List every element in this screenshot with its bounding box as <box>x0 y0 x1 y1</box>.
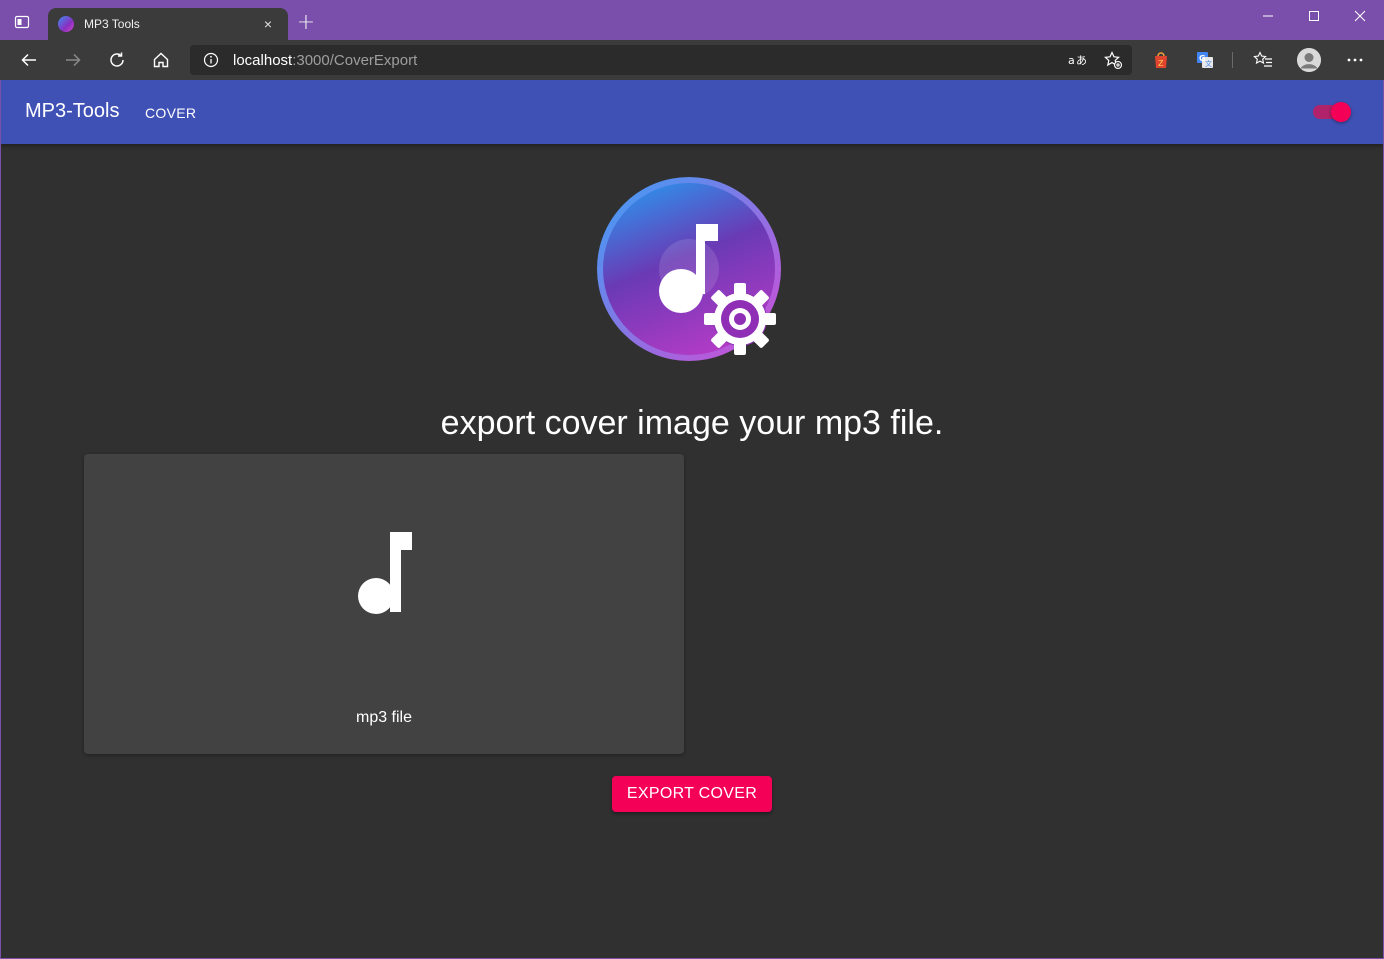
more-icon[interactable] <box>1343 48 1367 72</box>
info-icon[interactable] <box>199 48 223 72</box>
theme-toggle-switch[interactable] <box>1313 102 1351 122</box>
browser-title-bar: MP3 Tools × + <box>0 0 1384 40</box>
nav-link-cover[interactable]: COVER <box>145 105 196 121</box>
extension-icon[interactable]: Z <box>1149 48 1173 72</box>
address-path: :3000/CoverExport <box>292 52 418 69</box>
page-headline: export cover image your mp3 file. <box>440 404 944 442</box>
switch-thumb <box>1331 102 1351 122</box>
close-window-icon[interactable] <box>1337 0 1383 32</box>
app-bar: MP3-Tools COVER <box>1 80 1383 144</box>
profile-icon[interactable] <box>1297 48 1321 72</box>
toolbar-separator <box>1232 52 1233 68</box>
refresh-icon[interactable] <box>103 46 131 74</box>
translate-icon[interactable]: G文 <box>1193 48 1217 72</box>
app-title: MP3-Tools <box>25 100 120 122</box>
minimize-icon[interactable] <box>1245 0 1291 32</box>
app-favicon-icon <box>58 16 74 32</box>
svg-text:あ: あ <box>1076 54 1087 67</box>
page-viewport: MP3-Tools COVER export cover image your … <box>1 80 1383 958</box>
forward-icon[interactable] <box>59 46 87 74</box>
export-cover-button[interactable]: EXPORT COVER <box>612 776 772 812</box>
new-tab-button[interactable]: + <box>294 12 318 36</box>
svg-text:a: a <box>1068 54 1075 67</box>
maximize-icon[interactable] <box>1291 0 1337 32</box>
add-favorite-icon[interactable] <box>1101 48 1125 72</box>
read-aloud-icon[interactable]: aあ <box>1065 48 1089 72</box>
home-icon[interactable] <box>147 46 175 74</box>
svg-text:文: 文 <box>1205 59 1212 68</box>
favorites-icon[interactable] <box>1251 48 1275 72</box>
address-url[interactable]: localhost:3000/CoverExport <box>233 52 417 69</box>
music-settings-logo <box>594 174 784 364</box>
tab-close-button[interactable]: × <box>258 16 278 32</box>
music-note-icon <box>352 530 416 618</box>
dropzone-label: mp3 file <box>355 709 413 726</box>
browser-tab[interactable]: MP3 Tools × <box>48 8 288 40</box>
mp3-file-dropzone[interactable]: mp3 file <box>84 454 684 754</box>
tab-actions-icon[interactable] <box>10 10 34 34</box>
tab-title: MP3 Tools <box>84 17 140 31</box>
address-host: localhost <box>233 52 293 69</box>
back-icon[interactable] <box>15 46 43 74</box>
svg-text:Z: Z <box>1158 59 1164 68</box>
